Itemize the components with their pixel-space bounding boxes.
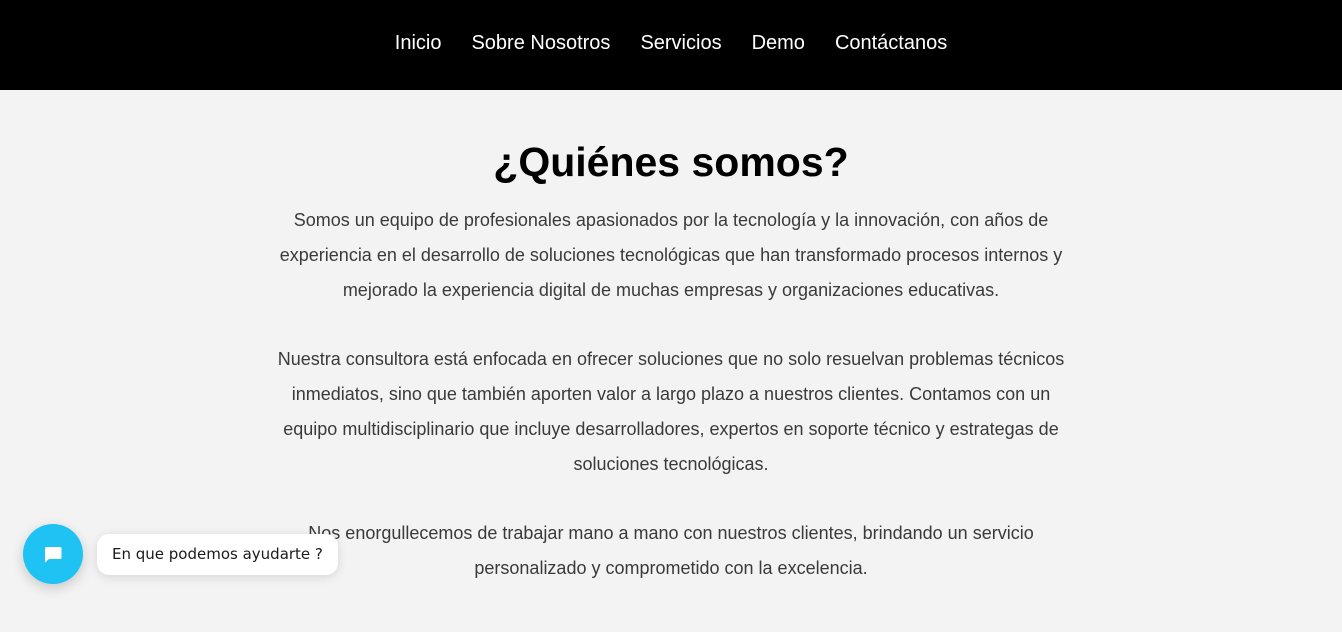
top-navbar: Inicio Sobre Nosotros Servicios Demo Con… bbox=[0, 0, 1342, 90]
about-paragraph-2: Nuestra consultora está enfocada en ofre… bbox=[277, 349, 1065, 474]
chat-launcher-button[interactable] bbox=[23, 524, 83, 584]
nav-item-sobre-nosotros: Sobre Nosotros bbox=[456, 32, 625, 55]
about-text: Somos un equipo de profesionales apasion… bbox=[271, 203, 1071, 620]
nav-menu: Inicio Sobre Nosotros Servicios Demo Con… bbox=[0, 0, 1342, 86]
nav-item-inicio: Inicio bbox=[380, 32, 457, 55]
chat-icon bbox=[44, 547, 62, 563]
nav-item-demo: Demo bbox=[737, 32, 820, 55]
nav-link-sobre-nosotros[interactable]: Sobre Nosotros bbox=[456, 32, 625, 54]
nav-item-servicios: Servicios bbox=[625, 32, 736, 55]
nav-link-servicios[interactable]: Servicios bbox=[625, 32, 736, 54]
chat-prompt-bubble[interactable]: En que podemos ayudarte ? bbox=[97, 534, 338, 575]
nav-link-demo[interactable]: Demo bbox=[737, 32, 820, 54]
nav-item-contactanos: Contáctanos bbox=[820, 32, 962, 55]
about-paragraph-3: Nos enorgullecemos de trabajar mano a ma… bbox=[308, 523, 1034, 578]
nav-link-inicio[interactable]: Inicio bbox=[380, 32, 457, 54]
nav-link-contactanos[interactable]: Contáctanos bbox=[820, 32, 962, 54]
about-paragraph-1: Somos un equipo de profesionales apasion… bbox=[279, 210, 1063, 300]
about-title: ¿Quiénes somos? bbox=[493, 139, 849, 185]
